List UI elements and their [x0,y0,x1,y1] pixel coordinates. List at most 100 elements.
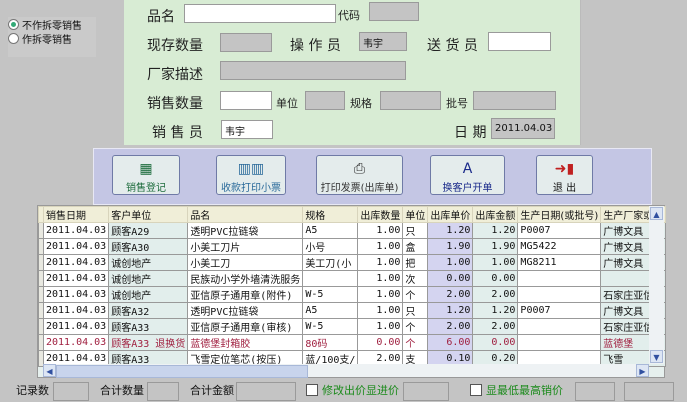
radio-dot[interactable] [8,32,19,44]
column-header[interactable]: 出库金额 [472,206,519,223]
table-cell[interactable]: 把 [402,254,429,271]
table-cell[interactable]: 顾客A30 [108,238,189,255]
table-cell[interactable]: 透明PVC拉链袋 [187,222,304,239]
table-cell[interactable]: W-5 [302,286,359,303]
table-cell[interactable]: 2011.04.03 [42,302,110,319]
table-cell[interactable]: 1.00 [357,286,404,303]
table-cell[interactable]: 亚信原子通用章(审核) [187,318,304,335]
column-header[interactable]: 生产日期(或批号) [517,206,602,223]
table-cell[interactable] [517,270,602,287]
print-receipt-button[interactable]: ▥▥ 收款打印小票 [216,155,286,195]
table-cell[interactable]: 次 [402,270,429,287]
table-cell[interactable]: 2.00 [472,318,519,335]
table-cell[interactable]: 蓝德堡封箱胶 [187,334,304,351]
column-header[interactable]: 出库单价 [427,206,474,223]
table-cell[interactable]: 1.20 [472,302,519,319]
table-cell[interactable]: 个 [402,334,429,351]
scroll-left-icon[interactable]: ◀ [43,364,56,377]
table-cell[interactable]: 1.00 [357,238,404,255]
table-cell[interactable]: 个 [402,286,429,303]
table-cell[interactable]: 0.00 [357,334,404,351]
table-cell[interactable]: 1.00 [472,254,519,271]
table-cell[interactable] [302,270,359,287]
table-row[interactable]: 2011.04.03 顾客A30 小美工刀片 小号 1.00 盒 1.90 1.90 MG542… [38,238,667,255]
table-cell[interactable]: 1.90 [472,238,519,255]
exit-button[interactable]: ➜▮ 退 出 [536,155,593,195]
table-cell[interactable]: 0.00 [472,270,519,287]
table-cell[interactable]: 小号 [302,238,359,255]
table-cell[interactable]: 小美工刀片 [187,238,304,255]
table-cell[interactable]: 80码 [302,334,359,351]
table-cell[interactable]: 2.00 [427,318,474,335]
column-header[interactable]: 规格 [302,206,359,223]
table-cell[interactable]: 2011.04.03 [42,318,110,335]
table-cell[interactable]: A5 [302,222,359,239]
table-cell[interactable]: 美工刀(小 [302,254,359,271]
table-cell[interactable]: MG8211 [517,254,602,271]
table-cell[interactable]: 1.00 [357,302,404,319]
switch-customer-button[interactable]: A 换客户开单 [430,155,505,195]
table-cell[interactable]: 盒 [402,238,429,255]
column-header[interactable]: 客户单位 [108,206,189,223]
print-invoice-button[interactable]: ⎙ 打印发票(出库单) [316,155,403,195]
table-cell[interactable]: 1.00 [427,254,474,271]
table-cell[interactable]: 2011.04.03 [42,270,110,287]
delivery-input[interactable] [488,32,551,51]
table-cell[interactable]: 顾客A33 [108,318,189,335]
horizontal-scroll-thumb[interactable] [56,365,308,378]
table-cell[interactable]: MG5422 [517,238,602,255]
table-cell[interactable]: P0007 [517,222,602,239]
scroll-right-icon[interactable]: ▶ [636,364,649,377]
table-cell[interactable]: 只 [402,222,429,239]
table-cell[interactable]: 2011.04.03 [42,254,110,271]
table-cell[interactable]: 只 [402,302,429,319]
sales-register-button[interactable]: ▦ 销售登记 [112,155,180,195]
table-cell[interactable] [517,334,602,351]
table-cell[interactable]: 1.20 [427,222,474,239]
checkbox-box[interactable] [306,384,318,396]
show-minmax-checkbox[interactable]: 显最低最高销价 [470,382,563,398]
table-cell[interactable]: 2.00 [427,286,474,303]
table-cell[interactable]: 小美工刀 [187,254,304,271]
scroll-down-icon[interactable]: ▼ [650,350,663,363]
table-cell[interactable]: 1.90 [427,238,474,255]
table-cell[interactable]: 2011.04.03 [42,286,110,303]
column-header[interactable]: 单位 [402,206,429,223]
table-cell[interactable]: 诚创地产 [108,286,189,303]
table-cell[interactable]: 1.20 [472,222,519,239]
table-cell[interactable]: 透明PVC拉链袋 [187,302,304,319]
table-cell[interactable] [517,318,602,335]
table-cell[interactable]: 顾客A33 退换货 [108,334,189,351]
table-cell[interactable]: 1.00 [357,270,404,287]
table-cell[interactable]: 0.00 [472,334,519,351]
vertical-scrollbar[interactable]: ▲ ▼ [649,206,664,364]
table-cell[interactable]: 2011.04.03 [42,238,110,255]
column-header[interactable]: 出库数量 [357,206,404,223]
scroll-up-icon[interactable]: ▲ [650,207,663,220]
qty-input[interactable] [220,91,272,110]
table-cell[interactable]: A5 [302,302,359,319]
radio-dot[interactable] [8,18,19,30]
table-row[interactable]: 2011.04.03 顾客A32 透明PVC拉链袋 A5 1.00 只 1.20 1.20 P0… [38,302,667,319]
table-row[interactable]: 2011.04.03 顾客A29 透明PVC拉链袋 A5 1.00 只 1.20 1.20 P0… [38,222,667,239]
table-cell[interactable]: 2011.04.03 [42,334,110,351]
column-header[interactable]: 销售日期 [42,206,110,223]
radio-no-split[interactable]: 不作拆零销售 [8,17,96,32]
table-cell[interactable]: 诚创地产 [108,270,189,287]
table-cell[interactable]: W-5 [302,318,359,335]
checkbox-box[interactable] [470,384,482,396]
table-row[interactable]: 2011.04.03 诚创地产 民族动小学外墙清洗服务 1.00 次 0.00 0.00 [38,270,667,287]
table-cell[interactable]: 1.20 [427,302,474,319]
table-cell[interactable]: 1.00 [357,318,404,335]
table-cell[interactable]: 2.00 [472,286,519,303]
table-row[interactable]: 2011.04.03 顾客A33 亚信原子通用章(审核) W-5 1.00 个 2.00 2.… [38,318,667,335]
table-cell[interactable]: 顾客A29 [108,222,189,239]
table-cell[interactable]: 诚创地产 [108,254,189,271]
table-cell[interactable] [517,286,602,303]
table-row[interactable]: 2011.04.03 诚创地产 小美工刀 美工刀(小 1.00 把 1.00 1.00 MG82… [38,254,667,271]
horizontal-scrollbar[interactable]: ◀ ▶ [43,364,649,378]
table-cell[interactable]: P0007 [517,302,602,319]
table-cell[interactable]: 1.00 [357,222,404,239]
radio-split[interactable]: 作拆零销售 [8,31,96,46]
table-cell[interactable]: 6.00 [427,334,474,351]
